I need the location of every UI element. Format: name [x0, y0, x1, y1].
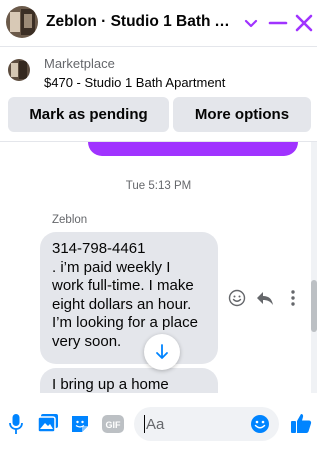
contact-avatar[interactable]	[6, 6, 38, 38]
emoji-icon[interactable]	[250, 414, 270, 434]
gif-icon[interactable]: GIF	[101, 413, 125, 435]
photo-icon[interactable]	[37, 413, 59, 433]
scroll-to-bottom-button[interactable]	[144, 334, 180, 370]
sender-name: Zeblon	[52, 214, 88, 226]
microphone-icon[interactable]	[8, 413, 24, 435]
minimize-icon[interactable]	[267, 12, 289, 34]
message-thread[interactable]: Tue 5:13 PM Zeblon 314-798-4461 . i’m pa…	[0, 142, 317, 393]
scrollbar-thumb[interactable]	[311, 280, 317, 332]
header-divider	[0, 46, 317, 47]
react-icon[interactable]	[228, 289, 246, 307]
more-options-button[interactable]: More options	[173, 97, 311, 132]
received-message-bubble[interactable]: I bring up a home	[40, 368, 218, 393]
thumbs-up-icon[interactable]	[290, 412, 312, 434]
arrow-down-icon	[156, 344, 168, 359]
chat-header: Zeblon · Studio 1 Bath Apa...	[0, 0, 317, 46]
more-actions-icon[interactable]	[286, 289, 300, 307]
listing-title[interactable]: $470 - Studio 1 Bath Apartment	[44, 75, 225, 90]
gif-label: GIF	[106, 420, 122, 430]
mark-as-pending-button[interactable]: Mark as pending	[8, 97, 169, 132]
scrollbar-track[interactable]	[311, 142, 317, 393]
sent-message-bubble[interactable]	[88, 142, 298, 156]
message-timestamp: Tue 5:13 PM	[125, 180, 192, 192]
marketplace-label: Marketplace	[44, 56, 115, 71]
close-icon[interactable]	[293, 12, 315, 34]
text-caret	[144, 415, 145, 433]
listing-thumbnail[interactable]	[8, 59, 30, 81]
chevron-down-icon[interactable]	[240, 12, 262, 34]
reply-icon[interactable]	[255, 289, 275, 307]
chat-title[interactable]: Zeblon · Studio 1 Bath Apa...	[46, 13, 236, 31]
sticker-icon[interactable]	[69, 413, 91, 435]
received-message-bubble[interactable]: 314-798-4461 . i’m paid weekly I work fu…	[40, 232, 218, 364]
